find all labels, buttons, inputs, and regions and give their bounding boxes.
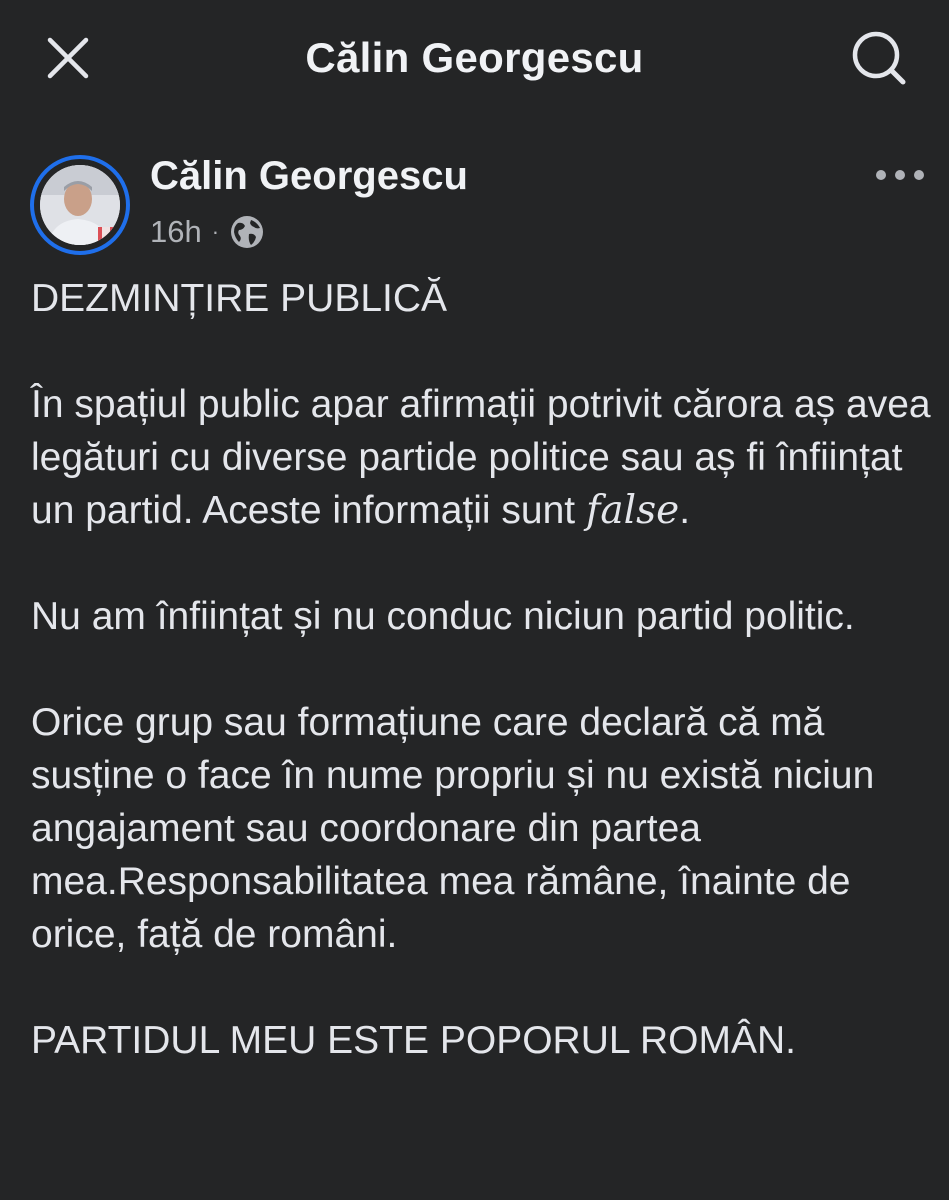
more-options-button[interactable] bbox=[872, 162, 928, 188]
page-title: Călin Georgescu bbox=[305, 34, 644, 81]
meta-separator: · bbox=[211, 219, 220, 244]
post-meta: 16h · bbox=[150, 212, 265, 252]
avatar-photo bbox=[40, 165, 120, 245]
author-name[interactable]: Călin Georgescu bbox=[150, 152, 468, 200]
post-paragraph: Orice grup sau formațiune care declară c… bbox=[31, 701, 875, 956]
post-time[interactable]: 16h bbox=[150, 214, 202, 250]
post-paragraph-text: . bbox=[679, 489, 691, 532]
globe-icon bbox=[231, 216, 264, 248]
post-heading: DEZMINȚIRE PUBLICĂ bbox=[31, 277, 448, 320]
post-paragraph: Nu am înființat și nu conduc niciun part… bbox=[31, 595, 855, 638]
search-button[interactable] bbox=[846, 28, 912, 88]
top-bar: Călin Georgescu bbox=[0, 0, 949, 120]
post-paragraph: În spațiul public apar afirmații potrivi… bbox=[31, 378, 931, 537]
avatar bbox=[40, 165, 120, 245]
post-header: Călin Georgescu 16h · bbox=[0, 150, 949, 260]
search-icon bbox=[852, 31, 906, 85]
post-paragraph-text: În spațiul public apar afirmații potrivi… bbox=[31, 383, 931, 532]
post-emphasis: false bbox=[585, 488, 680, 533]
post-closing-line: PARTIDUL MEU ESTE POPORUL ROMÂN. bbox=[31, 1019, 796, 1062]
post-text: DEZMINȚIRE PUBLICĂ În spațiul public apa… bbox=[31, 272, 931, 1067]
avatar-ring[interactable] bbox=[30, 155, 130, 255]
more-icon bbox=[876, 170, 924, 180]
